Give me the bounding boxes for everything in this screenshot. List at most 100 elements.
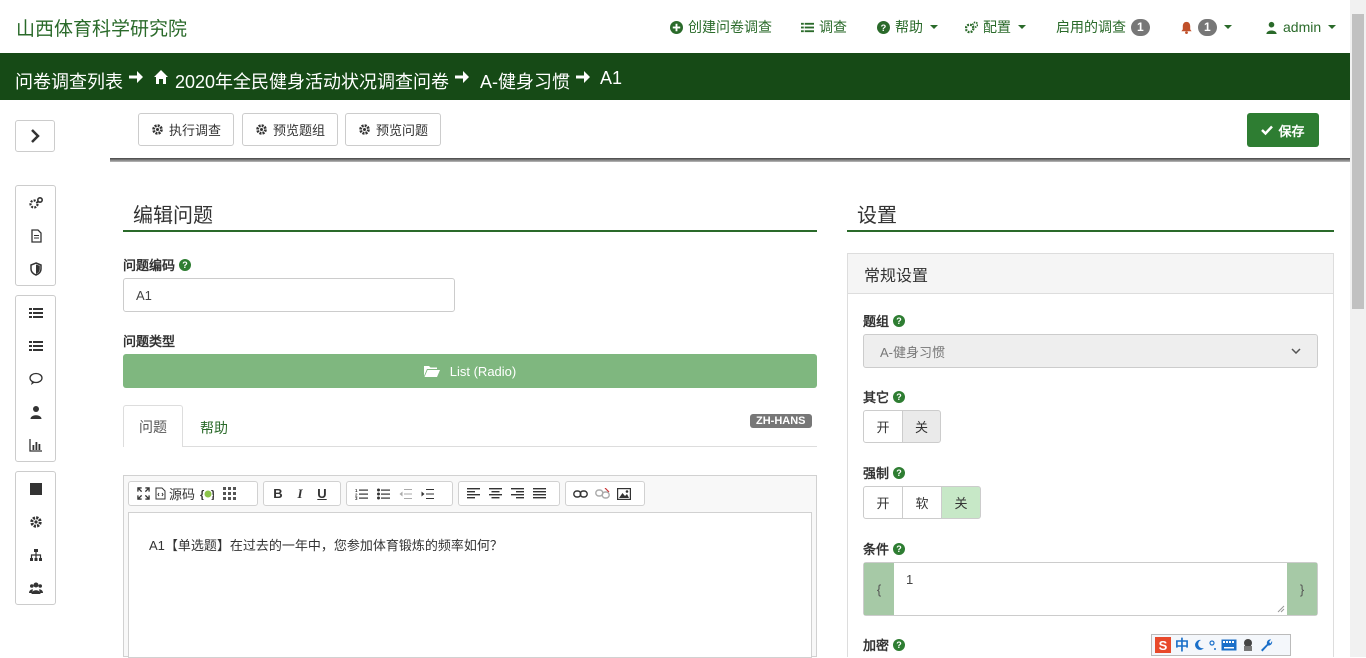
sidebar-texts-button[interactable] <box>16 219 55 252</box>
rich-text-editor: 源码 {} B I U 123 A1【单选题】在过去的一年中，您参加体育锻炼的频… <box>123 475 817 658</box>
plus-circle-icon <box>670 20 683 34</box>
svg-text:}: } <box>211 489 214 500</box>
indent-icon[interactable] <box>417 484 437 504</box>
folder-open-icon <box>423 366 440 377</box>
surveys-link[interactable]: 调查 <box>801 17 847 37</box>
other-on-toggle[interactable]: 开 <box>863 410 903 443</box>
notifications-badge: 1 <box>1198 18 1217 36</box>
sitemap-icon <box>29 548 42 561</box>
tab-question[interactable]: 问题 <box>123 405 183 447</box>
scrollbar-thumb[interactable] <box>1352 14 1364 309</box>
tab-help[interactable]: 帮助 <box>200 418 228 438</box>
editor-toolbar-group-format: B I U <box>263 481 341 506</box>
keyboard-icon[interactable] <box>1221 639 1237 651</box>
ime-language[interactable]: 中 <box>1175 635 1189 655</box>
help-icon[interactable]: ? <box>893 390 906 403</box>
chevron-down-icon <box>1018 25 1026 29</box>
brand-title[interactable]: 山西体育科学研究院 <box>16 14 187 41</box>
home-icon <box>154 70 168 84</box>
mandatory-off-toggle[interactable]: 关 <box>941 486 981 519</box>
underline-icon[interactable]: U <box>312 484 332 504</box>
editor-content-area[interactable]: A1【单选题】在过去的一年中，您参加体育锻炼的频率如何？ <box>128 512 812 658</box>
other-off-toggle[interactable]: 关 <box>902 410 941 443</box>
help-icon[interactable]: ? <box>179 258 192 271</box>
sidebar-comments-button[interactable] <box>16 362 55 395</box>
svg-text:?: ? <box>881 23 887 33</box>
maximize-icon[interactable] <box>133 484 153 504</box>
image-icon[interactable] <box>614 484 634 504</box>
resize-handle-icon[interactable] <box>1277 605 1285 613</box>
arrow-right-icon <box>455 71 469 83</box>
notifications-menu[interactable]: 1 <box>1180 17 1232 37</box>
create-survey-link[interactable]: 创建问卷调查 <box>670 17 772 37</box>
outdent-icon[interactable] <box>395 484 415 504</box>
wrench-icon[interactable] <box>1259 638 1273 652</box>
sidebar-toggle-button[interactable] <box>15 120 55 152</box>
bold-icon[interactable]: B <box>268 484 288 504</box>
ime-toolbar[interactable]: S 中 <box>1151 634 1291 656</box>
preview-question-label: 预览问题 <box>376 123 429 138</box>
sidebar-users-button[interactable] <box>16 571 55 604</box>
general-settings-title[interactable]: 常规设置 <box>848 254 1333 294</box>
active-surveys-link[interactable]: 启用的调查 1 <box>1056 17 1150 37</box>
punctuation-icon[interactable] <box>1209 639 1217 651</box>
breadcrumb: 问卷调查列表 2020年全民健身活动状况调查问卷 A-健身习惯 A1 <box>0 53 1350 100</box>
numbered-list-icon[interactable]: 123 <box>351 484 371 504</box>
breadcrumb-survey[interactable]: 2020年全民健身活动状况调查问卷 <box>175 68 449 94</box>
help-menu[interactable]: ? 帮助 <box>877 17 938 37</box>
link-icon[interactable] <box>570 484 590 504</box>
help-icon[interactable]: ? <box>893 542 906 555</box>
sidebar-sitemap-button[interactable] <box>16 538 55 571</box>
source-button[interactable]: 源码 <box>155 484 195 504</box>
sidebar-list-groups-button[interactable] <box>16 296 55 329</box>
gear-icon <box>29 515 42 528</box>
breadcrumb-group[interactable]: A-健身习惯 <box>480 68 570 94</box>
sidebar-stop-button[interactable] <box>16 472 55 505</box>
align-right-icon[interactable] <box>507 484 527 504</box>
align-justify-icon[interactable] <box>529 484 549 504</box>
editor-toolbar-group-document: 源码 {} <box>128 481 258 506</box>
config-menu[interactable]: 配置 <box>965 17 1026 37</box>
stop-icon <box>29 482 42 495</box>
save-button[interactable]: 保存 <box>1247 113 1319 147</box>
gear-icon <box>152 124 163 135</box>
execute-survey-button[interactable]: 执行调查 <box>138 113 235 146</box>
save-label: 保存 <box>1278 123 1305 139</box>
comment-icon <box>28 372 43 385</box>
question-group-select[interactable]: A-健身习惯 <box>863 334 1318 368</box>
template-icon[interactable]: {} <box>197 484 217 504</box>
help-icon[interactable]: ? <box>893 466 906 479</box>
editor-toolbar-group-align <box>458 481 560 506</box>
sidebar-participants-button[interactable] <box>16 395 55 428</box>
mandatory-on-toggle[interactable]: 开 <box>863 486 903 519</box>
shield-icon <box>29 261 42 276</box>
help-icon[interactable]: ? <box>893 638 906 651</box>
italic-icon[interactable]: I <box>290 484 310 504</box>
chevron-down-icon <box>930 25 938 29</box>
condition-textarea[interactable]: 1 <box>894 563 1287 615</box>
align-left-icon[interactable] <box>463 484 483 504</box>
unlink-icon[interactable] <box>592 484 612 504</box>
question-code-label: 问题编码 ? <box>123 255 192 274</box>
align-center-icon[interactable] <box>485 484 505 504</box>
question-type-button[interactable]: List (Radio) <box>123 354 817 388</box>
users-icon <box>28 582 43 594</box>
sidebar-statistics-button[interactable] <box>16 428 55 461</box>
mandatory-soft-toggle[interactable]: 软 <box>902 486 942 519</box>
preview-question-button[interactable]: 预览问题 <box>345 113 442 146</box>
grid-icon[interactable] <box>219 484 239 504</box>
user-menu[interactable]: admin <box>1265 17 1337 37</box>
create-survey-label: 创建问卷调查 <box>688 19 772 35</box>
help-icon[interactable]: ? <box>893 314 906 327</box>
bullet-list-icon[interactable] <box>373 484 393 504</box>
condition-label-text: 条件 <box>863 542 890 557</box>
preview-group-button[interactable]: 预览题组 <box>242 113 339 146</box>
sidebar-list-questions-button[interactable] <box>16 329 55 362</box>
moon-icon[interactable] <box>1193 639 1205 651</box>
skin-icon[interactable] <box>1241 638 1255 652</box>
sidebar-settings-button[interactable] <box>16 186 55 219</box>
sidebar-security-button[interactable] <box>16 252 55 285</box>
sidebar-config-button[interactable] <box>16 505 55 538</box>
breadcrumb-survey-list[interactable]: 问卷调查列表 <box>15 68 123 94</box>
question-code-input[interactable]: A1 <box>123 278 455 312</box>
